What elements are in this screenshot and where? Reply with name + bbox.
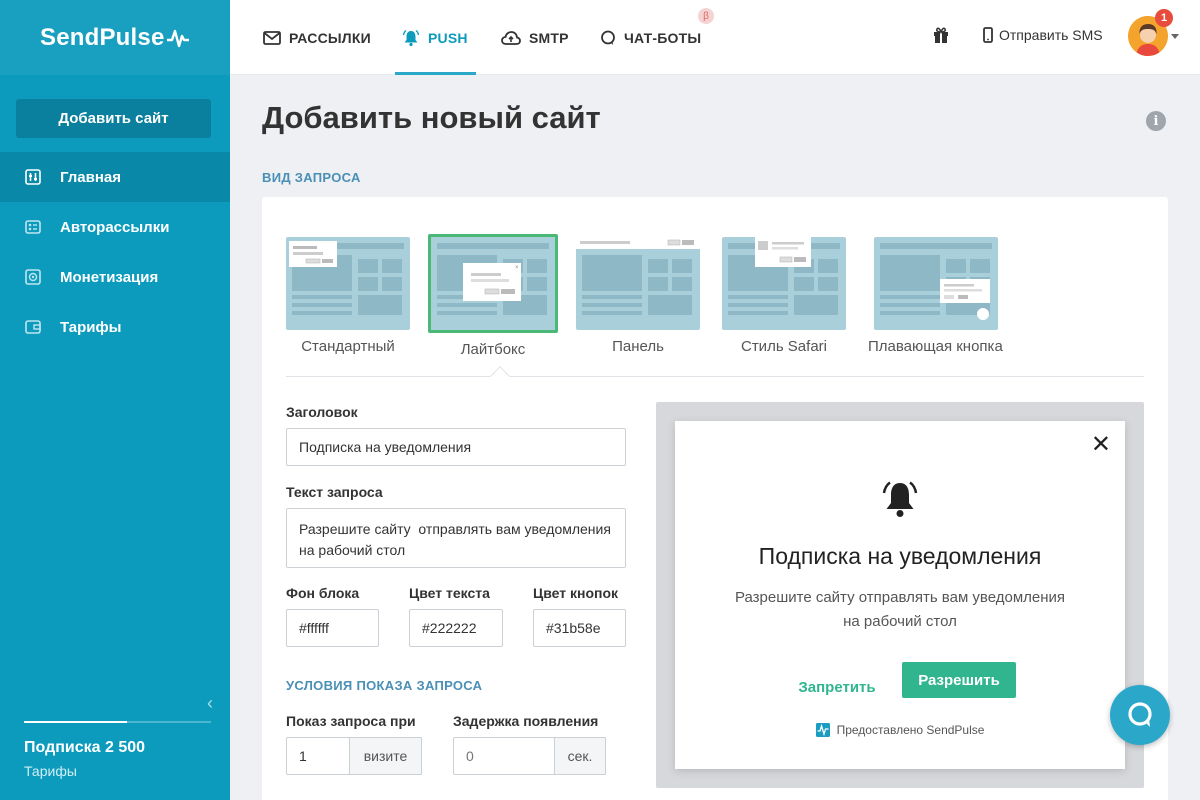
type-label: Лайтбокс — [460, 341, 526, 358]
sidebar-item-tariffs[interactable]: Тарифы — [0, 302, 230, 352]
send-sms-link[interactable]: Отправить SMS — [983, 0, 1103, 70]
tab-label: РАССЫЛКИ — [289, 29, 371, 46]
preview-modal: ✕ Подписка на уведомления Разрешите сайт… — [675, 421, 1125, 769]
tariffs-link[interactable]: Тарифы — [24, 763, 77, 779]
button-color-input[interactable] — [533, 609, 626, 647]
brand-name: SendPulse — [40, 23, 165, 51]
delay-input[interactable] — [453, 737, 555, 775]
chat-bubble-icon — [601, 30, 615, 45]
panel-preview-thumbnail — [576, 237, 700, 330]
beta-badge: β — [698, 8, 714, 24]
envelope-icon — [263, 30, 281, 45]
sidebar-item-label: Тарифы — [60, 318, 122, 336]
subscription-progress — [24, 721, 211, 723]
tab-push[interactable]: PUSH — [402, 0, 468, 75]
close-icon[interactable]: ✕ — [1091, 433, 1111, 457]
tab-chatbots[interactable]: ЧАТ-БОТЫ — [600, 0, 701, 75]
add-site-button[interactable]: Добавить сайт — [16, 99, 211, 138]
delay-unit-addon: сек. — [554, 737, 606, 775]
type-label: Панель — [612, 338, 664, 355]
deny-button[interactable]: Запретить — [787, 669, 887, 705]
powered-by: Предоставлено SendPulse — [675, 723, 1125, 737]
preview-text: Разрешите сайту отправлять вам уведомлен… — [734, 589, 1066, 630]
sidebar-item-main[interactable]: Главная — [0, 152, 230, 202]
type-label: Плавающая кнопка — [868, 338, 1003, 355]
show-on-visit-input[interactable] — [286, 737, 350, 775]
page-title: Добавить новый сайт — [262, 100, 601, 135]
phone-icon — [983, 27, 993, 43]
sidebar: SendPulse Добавить сайт Главная Авторасс… — [0, 0, 230, 800]
text-color-input[interactable] — [409, 609, 503, 647]
floating-button-preview-thumbnail — [874, 237, 998, 330]
tab-mailings[interactable]: РАССЫЛКИ — [263, 0, 371, 75]
subscription-progress-fill — [24, 721, 127, 723]
powered-by-text: Предоставлено SendPulse — [836, 723, 985, 737]
text-color-label: Цвет текста — [409, 585, 490, 601]
send-sms-label: Отправить SMS — [999, 27, 1103, 43]
logo[interactable]: SendPulse — [0, 0, 230, 75]
bell-icon — [882, 481, 918, 517]
bg-color-label: Фон блока — [286, 585, 360, 601]
settings-card: Стандартный × Лайтбокс Панель Стиль Safa… — [262, 197, 1168, 800]
type-label: Стандартный — [301, 338, 395, 355]
sendpulse-logo-icon — [815, 723, 830, 737]
type-option-standard[interactable]: Стандартный — [286, 237, 410, 355]
request-type-heading: ВИД ЗАПРОСА — [262, 170, 361, 185]
divider — [286, 376, 1144, 377]
tab-label: PUSH — [428, 29, 468, 46]
lightbox-preview-thumbnail: × — [428, 234, 558, 333]
type-option-floating-button[interactable]: Плавающая кнопка — [868, 237, 1003, 355]
chat-icon — [1128, 702, 1152, 727]
sidebar-item-label: Монетизация — [60, 268, 159, 286]
tab-label: SMTP — [529, 29, 569, 46]
title-field-label: Заголовок — [286, 404, 358, 420]
chevron-down-icon[interactable] — [1171, 34, 1179, 39]
cloud-icon — [501, 30, 521, 45]
automation-icon — [24, 218, 42, 236]
bg-color-input[interactable] — [286, 609, 379, 647]
standard-preview-thumbnail — [286, 237, 410, 330]
selected-type-pointer — [490, 366, 510, 386]
monetization-icon — [24, 268, 42, 286]
sliders-icon — [24, 168, 42, 186]
button-color-label: Цвет кнопок — [533, 585, 619, 601]
display-conditions-heading: УСЛОВИЯ ПОКАЗА ЗАПРОСА — [286, 678, 483, 693]
support-chat-button[interactable] — [1110, 685, 1170, 745]
wallet-icon — [24, 318, 42, 336]
sidebar-item-label: Главная — [60, 168, 122, 186]
tab-label: ЧАТ-БОТЫ — [624, 29, 702, 46]
allow-button[interactable]: Разрешить — [902, 662, 1016, 698]
svg-text:×: × — [515, 265, 519, 271]
gift-icon[interactable] — [933, 26, 949, 49]
collapse-sidebar-icon[interactable]: ‹ — [207, 693, 213, 714]
sidebar-item-label: Авторассылки — [60, 218, 170, 236]
bell-icon — [402, 29, 420, 46]
subscription-name: Подписка 2 500 — [24, 739, 146, 756]
type-option-panel[interactable]: Панель — [576, 237, 700, 355]
delay-label: Задержка появления — [453, 713, 599, 729]
request-text-label: Текст запроса — [286, 484, 383, 500]
type-option-safari[interactable]: Стиль Safari — [722, 237, 846, 355]
type-option-lightbox[interactable]: × Лайтбокс — [428, 234, 558, 358]
pulse-logo-icon — [166, 29, 189, 47]
info-icon[interactable]: i — [1146, 111, 1166, 131]
lightbox-preview: ✕ Подписка на уведомления Разрешите сайт… — [656, 402, 1144, 788]
safari-preview-thumbnail — [722, 237, 846, 330]
tab-smtp[interactable]: SMTP — [501, 0, 569, 75]
show-on-label: Показ запроса при — [286, 713, 416, 729]
topbar: РАССЫЛКИ PUSH SMTP ЧАТ-БОТЫ β Отправить … — [230, 0, 1200, 75]
title-input[interactable] — [286, 428, 626, 466]
sidebar-item-automation[interactable]: Авторассылки — [0, 202, 230, 252]
visit-unit-addon: визите — [349, 737, 422, 775]
sidebar-item-monetization[interactable]: Монетизация — [0, 252, 230, 302]
active-tab-indicator — [395, 72, 476, 75]
sidebar-nav: Главная Авторассылки Монетизация Тарифы — [0, 152, 230, 352]
notification-badge: 1 — [1155, 9, 1173, 27]
request-text-input[interactable]: Разрешите сайту отправлять вам уведомлен… — [286, 508, 626, 568]
preview-title: Подписка на уведомления — [758, 543, 1042, 569]
type-label: Стиль Safari — [740, 338, 827, 355]
